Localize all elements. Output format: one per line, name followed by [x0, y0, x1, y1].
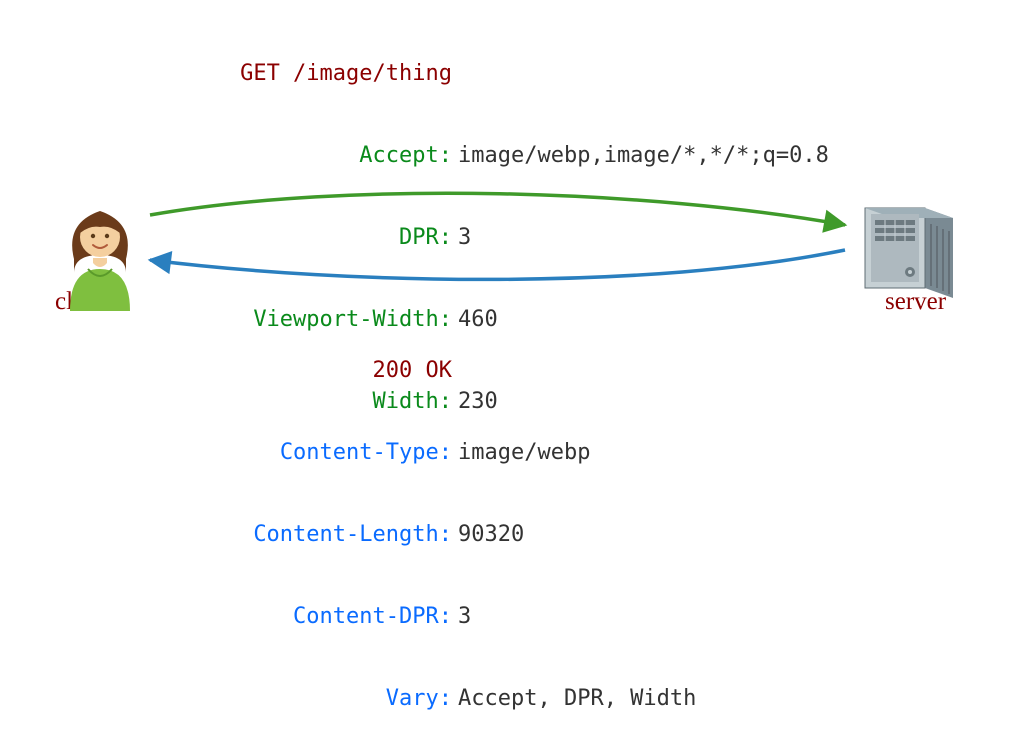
response-header-key: Content-DPR:	[182, 601, 458, 633]
response-header-value: image/webp	[458, 437, 590, 469]
client-person-icon	[55, 178, 145, 288]
response-header-key: Content-Type:	[182, 437, 458, 469]
server-tower-icon	[855, 175, 960, 280]
response-line: 200 OK	[182, 355, 458, 387]
response-block: 200 OK Content-Type: image/webp Content-…	[182, 305, 696, 739]
request-header-key: Accept:	[182, 140, 458, 172]
response-header-key: Content-Length:	[182, 519, 458, 551]
request-line: GET /image/thing	[182, 58, 458, 90]
request-header-value: 3	[458, 222, 471, 254]
response-header-key: Vary:	[182, 683, 458, 715]
response-header-value: 3	[458, 601, 471, 633]
response-header-value: 90320	[458, 519, 524, 551]
response-header-value: Accept, DPR, Width	[458, 683, 696, 715]
request-header-key: DPR:	[182, 222, 458, 254]
request-header-value: image/webp,image/*,*/*;q=0.8	[458, 140, 829, 172]
